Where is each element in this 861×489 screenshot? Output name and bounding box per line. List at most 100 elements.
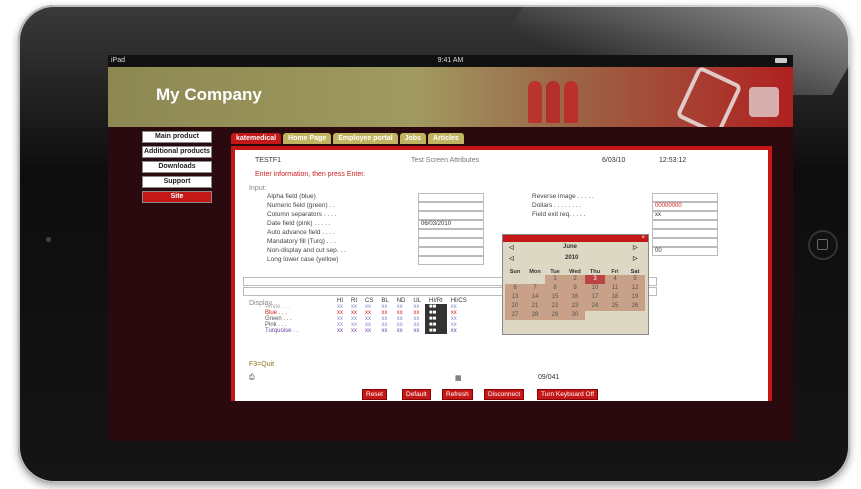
calendar-day[interactable]: 15 xyxy=(545,293,565,302)
company-logo[interactable]: My Company xyxy=(156,85,262,105)
calendar-day[interactable]: 7 xyxy=(525,284,545,293)
keyboard-icon[interactable]: ▦ xyxy=(455,374,462,382)
input-field[interactable] xyxy=(418,256,484,265)
lab-tubes-icon xyxy=(749,87,779,117)
footer-key: F3=Quit xyxy=(249,361,275,368)
screen-time: 12:53:12 xyxy=(659,157,687,164)
screen-title: Test Screen Attributes xyxy=(411,157,480,164)
input-field[interactable] xyxy=(652,193,718,202)
nav-downloads[interactable]: Downloads xyxy=(142,161,212,173)
calendar-day[interactable]: 18 xyxy=(605,293,625,302)
display-cell: ■■ xyxy=(425,328,447,334)
default-button[interactable]: Default xyxy=(402,389,431,400)
left-nav: Main product Additional products Downloa… xyxy=(142,131,212,206)
input-field[interactable] xyxy=(418,193,484,202)
home-button[interactable] xyxy=(808,230,838,260)
tab-home-page[interactable]: Home Page xyxy=(283,133,332,144)
human-figure-icon xyxy=(528,81,542,123)
calendar-day[interactable]: 23 xyxy=(565,302,585,311)
calendar-day xyxy=(505,275,525,284)
calendar-day[interactable]: 12 xyxy=(625,284,645,293)
refresh-button[interactable]: Refresh xyxy=(442,389,473,400)
calendar-day[interactable]: 21 xyxy=(525,302,545,311)
input-field[interactable] xyxy=(418,202,484,211)
calendar-day[interactable]: 6 xyxy=(505,284,525,293)
field-label: Field exit req. . . . . xyxy=(532,211,586,218)
calendar-day[interactable]: 5 xyxy=(625,275,645,284)
input-field[interactable]: 06/03/2010 xyxy=(418,220,484,229)
calendar-day[interactable]: 19 xyxy=(625,293,645,302)
calendar-day[interactable]: 16 xyxy=(565,293,585,302)
calendar-weeks: 1 2 3 4 5 6 7 8 9 10 11 12 13 14 15 16 17 18 19 20 21 22 23 24 2… xyxy=(505,275,646,320)
calendar-day[interactable]: 9 xyxy=(565,284,585,293)
calendar-day[interactable]: 28 xyxy=(525,311,545,320)
calendar-day[interactable]: 25 xyxy=(605,302,625,311)
input-field[interactable]: 00000000 xyxy=(652,202,718,211)
calendar-day[interactable]: 8 xyxy=(545,284,565,293)
reset-button[interactable]: Reset xyxy=(362,389,387,400)
next-month-icon[interactable]: ▷ xyxy=(633,244,638,251)
calendar-day[interactable]: 4 xyxy=(605,275,625,284)
display-cell: xx xyxy=(381,328,388,334)
input-field[interactable]: 00 xyxy=(652,247,718,256)
disconnect-button[interactable]: Disconnect xyxy=(484,389,525,400)
status-bar: iPad 9:41 AM xyxy=(108,55,793,67)
input-field[interactable] xyxy=(418,229,484,238)
input-field[interactable] xyxy=(652,220,718,229)
calendar-day[interactable]: 10 xyxy=(585,284,605,293)
calendar-day[interactable]: 17 xyxy=(585,293,605,302)
nav-main-product[interactable]: Main product xyxy=(142,131,212,143)
ipad-frame: iPad 9:41 AM My Company Main product Add… xyxy=(18,5,850,483)
calendar-week: 27 28 29 30 xyxy=(505,311,646,320)
calendar-day[interactable]: 30 xyxy=(565,311,585,320)
close-icon[interactable]: × xyxy=(641,235,645,241)
screen-code: TESTF1 xyxy=(255,157,282,164)
human-figure-icon xyxy=(564,81,578,123)
keyboard-off-button[interactable]: Turn Keyboard Off xyxy=(537,389,599,400)
tab-katemedical[interactable]: katemedical xyxy=(231,133,282,144)
display-cell: xx xyxy=(337,328,343,334)
calendar-week: 12345 xyxy=(505,275,646,284)
print-icon[interactable]: ⎙ xyxy=(249,374,255,382)
input-field[interactable] xyxy=(418,211,484,220)
nav-additional-products[interactable]: Additional products xyxy=(142,146,212,158)
tab-jobs[interactable]: Jobs xyxy=(399,133,427,144)
field-label: Alpha field (blue) xyxy=(267,193,316,200)
nav-support[interactable]: Support xyxy=(142,176,212,188)
calendar-week: 6 7 8 9 10 11 12 xyxy=(505,284,646,293)
input-field[interactable] xyxy=(652,229,718,238)
calendar-day[interactable]: 13 xyxy=(505,293,525,302)
tab-employee-portal[interactable]: Employee portal xyxy=(333,133,398,144)
tab-articles[interactable]: Articles xyxy=(428,133,464,144)
battery-icon xyxy=(775,58,787,63)
calendar-day[interactable]: 22 xyxy=(545,302,565,311)
display-cell: xx xyxy=(396,328,403,334)
calendar-titlebar: × xyxy=(503,235,648,242)
field-label: Mandatory fill (Turq) . . . xyxy=(267,238,336,245)
calendar-day xyxy=(625,311,645,320)
input-field[interactable]: xx xyxy=(652,211,718,220)
table-row: Turquoise . . xx xx xx xx xx xx ■■ xx xyxy=(245,328,471,334)
calendar-day[interactable]: 20 xyxy=(505,302,525,311)
next-year-icon[interactable]: ▷ xyxy=(633,255,638,262)
calendar-day[interactable]: 26 xyxy=(625,302,645,311)
calendar-day[interactable]: 27 xyxy=(505,311,525,320)
input-field[interactable] xyxy=(418,238,484,247)
input-field[interactable] xyxy=(652,238,718,247)
prev-month-icon[interactable]: ◁ xyxy=(509,244,514,251)
calendar-day[interactable]: 2 xyxy=(565,275,585,284)
display-cell: xx xyxy=(450,328,457,334)
calendar-day[interactable]: 24 xyxy=(585,302,605,311)
calendar-day[interactable]: 1 xyxy=(545,275,565,284)
input-field[interactable] xyxy=(418,247,484,256)
display-attributes-table: HI RI CS BL ND UL HI/RI HI/CS White . . . xx xx xx x… xyxy=(245,298,471,334)
calendar-day[interactable]: 3 xyxy=(585,275,605,284)
calendar-day[interactable]: 11 xyxy=(605,284,625,293)
calendar-year: 2010 xyxy=(565,255,579,261)
field-label: Date field (pink) . . . . . xyxy=(267,220,331,227)
nav-site[interactable]: Site xyxy=(142,191,212,203)
calendar-day[interactable]: 29 xyxy=(545,311,565,320)
field-label: Reverse image . . . . . xyxy=(532,193,594,200)
prev-year-icon[interactable]: ◁ xyxy=(509,255,514,262)
calendar-day[interactable]: 14 xyxy=(525,293,545,302)
